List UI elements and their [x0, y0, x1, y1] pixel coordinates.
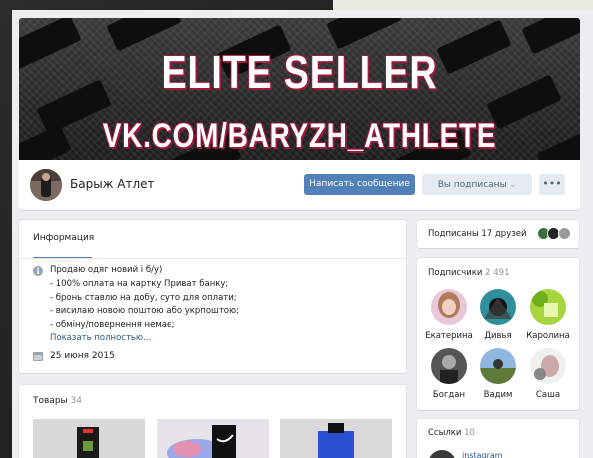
info-line: - 100% оплата на картку Приват банку; — [50, 279, 229, 289]
followers-title-label: Подписчики — [428, 268, 483, 278]
product-item[interactable] — [280, 419, 392, 458]
more-button[interactable]: ••• — [539, 174, 565, 195]
info-line: - висилаю новою поштою або укрпоштою; — [50, 306, 239, 316]
avatar[interactable] — [30, 169, 62, 201]
links-count: 10 — [464, 428, 475, 438]
follower-avatar[interactable] — [431, 289, 467, 325]
info-line: - обміну/повернення немає; — [50, 320, 175, 330]
products-count: 34 — [70, 396, 82, 406]
registration-date: 25 июня 2015 — [50, 351, 115, 361]
window-edge — [333, 0, 593, 10]
link-item[interactable]: instagram — [462, 451, 503, 458]
info-line: Продаю одяг новий і б/у) — [50, 265, 163, 275]
follower-name[interactable]: Богдан — [422, 390, 476, 400]
followers-title[interactable]: Подписчики 2 491 — [428, 268, 509, 278]
friends-title[interactable]: Подписаны 17 друзей — [428, 229, 527, 239]
follower-name[interactable]: Каролина — [521, 331, 575, 341]
follower-avatar[interactable] — [431, 348, 467, 384]
profile-name: Барыж Атлет — [70, 177, 155, 191]
links-title-label: Ссылки — [428, 428, 462, 438]
follower-avatar[interactable] — [530, 348, 566, 384]
calendar-icon — [33, 352, 43, 361]
tab-info[interactable]: Информация — [33, 233, 94, 243]
cover-url: VK.COM/BARYZH_ATHLETE — [102, 117, 497, 155]
follower-name[interactable]: Саша — [521, 390, 575, 400]
info-icon: i — [33, 266, 43, 276]
follower-avatar[interactable] — [480, 289, 516, 325]
follower-avatar[interactable] — [530, 289, 566, 325]
subscribed-label: Вы подписаны — [437, 180, 507, 190]
cover-image: ELITE SELLER VK.COM/BARYZH_ATHLETE — [19, 18, 580, 160]
subscribed-button[interactable]: Вы подписаны ⌄ — [422, 174, 532, 195]
products-title-label: Товары — [33, 396, 68, 406]
write-message-button[interactable]: Написать сообщение — [304, 174, 415, 195]
products-title[interactable]: Товары 34 — [33, 396, 82, 406]
friend-avatar[interactable] — [558, 227, 571, 240]
show-more-link[interactable]: Показать полностью... — [50, 333, 151, 343]
links-title[interactable]: Ссылки 10 — [428, 428, 475, 438]
cover-title: ELITE SELLER — [161, 46, 438, 98]
follower-name[interactable]: Екатерина — [422, 331, 476, 341]
product-item[interactable] — [157, 419, 269, 458]
info-line: - бронь ставлю на добу, суто для оплати; — [50, 293, 237, 303]
chevron-down-icon: ⌄ — [509, 180, 517, 189]
follower-name[interactable]: Вадим — [471, 390, 525, 400]
info-divider — [19, 258, 406, 259]
follower-name[interactable]: Дивья — [471, 331, 525, 341]
follower-avatar[interactable] — [480, 348, 516, 384]
product-item[interactable] — [33, 419, 145, 458]
followers-count: 2 491 — [485, 268, 510, 278]
